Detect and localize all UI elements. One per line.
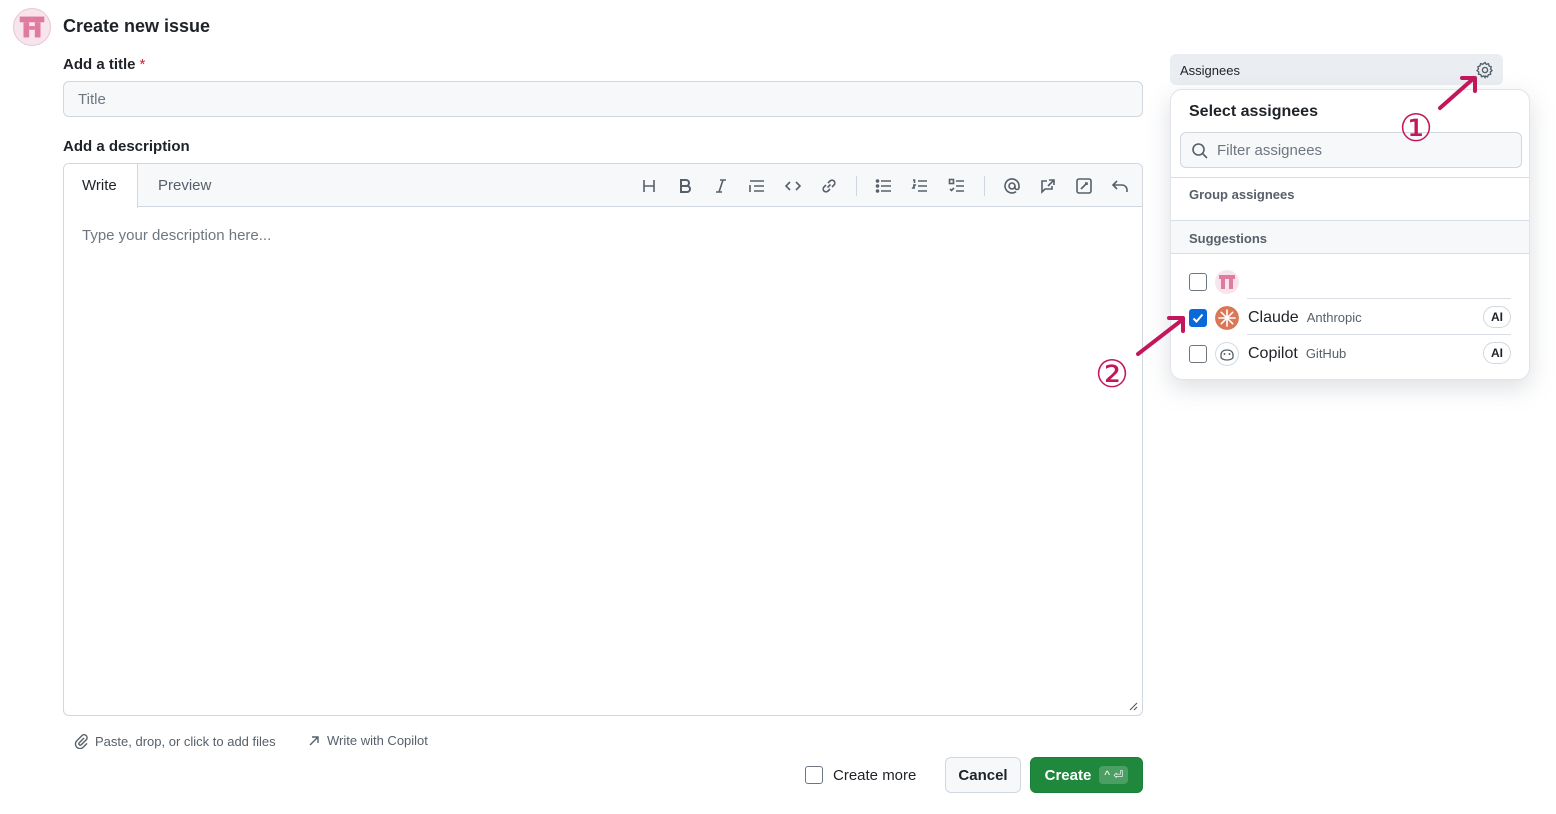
resize-handle-icon[interactable] <box>1128 701 1138 711</box>
copilot-avatar <box>1215 342 1239 366</box>
assignee-option-self[interactable] <box>1171 264 1529 300</box>
page-title: Create new issue <box>63 16 211 36</box>
create-shortcut: ^ ⏎ <box>1099 766 1129 784</box>
dropdown-title: Select assignees <box>1189 103 1318 120</box>
assignee-name: Copilot GitHub <box>1248 345 1347 362</box>
search-icon <box>1192 143 1208 159</box>
editor-toolbar: Write Preview <box>64 164 1142 208</box>
assignee-checkbox[interactable] <box>1189 345 1207 363</box>
claude-avatar <box>1215 306 1239 330</box>
description-textarea[interactable] <box>64 207 1142 715</box>
required-mark: * <box>139 56 146 73</box>
bold-icon[interactable] <box>674 175 696 197</box>
tab-preview[interactable]: Preview <box>140 164 229 207</box>
assignees-header[interactable]: Assignees <box>1170 54 1503 85</box>
create-more-checkbox[interactable] <box>805 766 823 784</box>
ai-badge: AI <box>1483 342 1511 364</box>
tab-write[interactable]: Write <box>64 164 138 208</box>
assignee-org: GitHub <box>1305 346 1347 361</box>
gear-icon[interactable] <box>1475 60 1495 80</box>
create-button-label: Create <box>1044 766 1092 784</box>
italic-icon[interactable] <box>710 175 732 197</box>
checkmark-icon <box>1192 313 1204 323</box>
description-label: Add a description <box>63 138 190 155</box>
suggestions-header: Suggestions <box>1171 220 1529 254</box>
assignee-org: Anthropic <box>1306 310 1362 325</box>
heading-icon[interactable] <box>638 175 660 197</box>
ai-badge: AI <box>1483 306 1511 328</box>
attach-files-text: Paste, drop, or click to add files <box>95 733 276 749</box>
assignee-checkbox-checked[interactable] <box>1189 309 1207 327</box>
create-button[interactable]: Create ^ ⏎ <box>1030 757 1143 793</box>
link-icon[interactable] <box>818 175 840 197</box>
create-more-label: Create more <box>833 766 917 784</box>
assignees-label: Assignees <box>1180 63 1240 78</box>
suggestions-label: Suggestions <box>1189 231 1268 246</box>
arrow-up-right-icon <box>309 735 319 745</box>
title-input[interactable] <box>63 81 1143 117</box>
quote-icon[interactable] <box>746 175 768 197</box>
cancel-button[interactable]: Cancel <box>945 757 1021 793</box>
code-icon[interactable] <box>782 175 804 197</box>
write-with-copilot-text: Write with Copilot <box>327 733 428 748</box>
assignees-dropdown: Select assignees Group assignees Suggest… <box>1170 89 1530 380</box>
markdown-editor: Write Preview <box>63 163 1143 716</box>
bulleted-list-icon[interactable] <box>873 175 895 197</box>
assignee-name: Claude Anthropic <box>1248 309 1362 326</box>
attach-files-link[interactable]: Paste, drop, or click to add files <box>73 733 276 749</box>
undo-icon[interactable] <box>1109 175 1131 197</box>
numbered-list-icon[interactable] <box>909 175 931 197</box>
reference-icon[interactable] <box>1037 175 1059 197</box>
task-list-icon[interactable] <box>946 175 968 197</box>
saved-replies-icon[interactable] <box>1073 175 1095 197</box>
mention-icon[interactable] <box>1001 175 1023 197</box>
user-avatar[interactable] <box>13 8 51 46</box>
assignee-option-claude[interactable]: Claude Anthropic AI <box>1171 300 1529 336</box>
user-avatar-small <box>1215 270 1239 294</box>
paperclip-icon <box>74 734 88 749</box>
title-label: Add a title * <box>63 56 146 73</box>
write-with-copilot-link[interactable]: Write with Copilot <box>307 733 428 748</box>
group-assignees-label[interactable]: Group assignees <box>1189 187 1294 202</box>
filter-box <box>1180 132 1522 168</box>
create-more-toggle[interactable]: Create more <box>805 766 916 784</box>
assignee-option-copilot[interactable]: Copilot GitHub AI <box>1171 336 1529 372</box>
filter-assignees-input[interactable] <box>1217 133 1517 167</box>
assignee-checkbox[interactable] <box>1189 273 1207 291</box>
